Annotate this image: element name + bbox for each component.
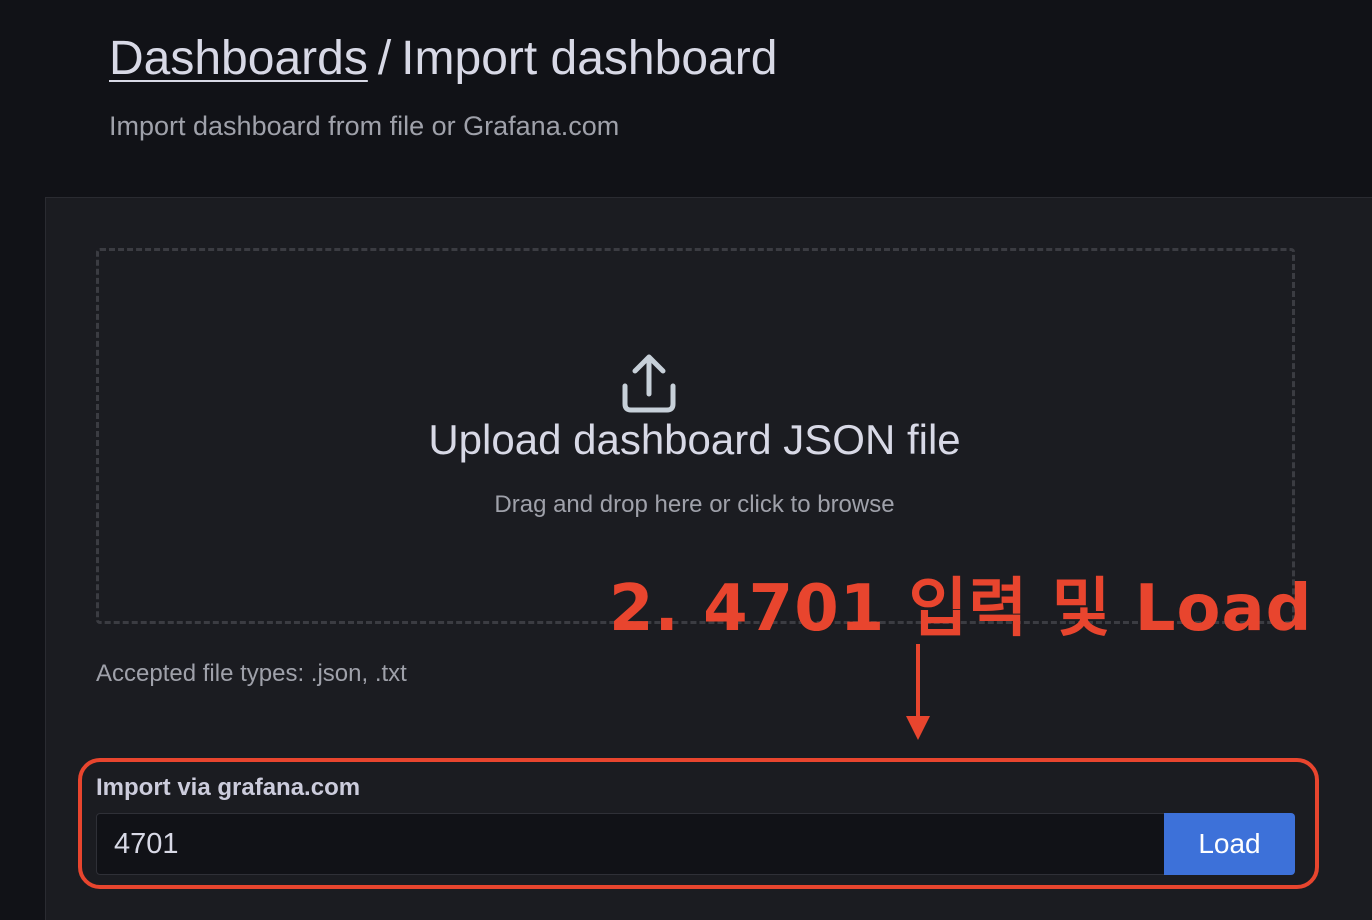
annotation-arrow-icon xyxy=(906,644,930,740)
upload-icon xyxy=(622,354,676,413)
page-title: Dashboards / Import dashboard xyxy=(109,30,777,88)
import-via-grafana-label: Import via grafana.com xyxy=(96,774,361,801)
load-button[interactable]: Load xyxy=(1164,813,1295,875)
page-subtitle: Import dashboard from file or Grafana.co… xyxy=(109,111,620,141)
accepted-file-types: Accepted file types: .json, .txt xyxy=(96,660,407,687)
upload-hint: Drag and drop here or click to browse xyxy=(494,491,895,518)
breadcrumb-dashboards-link[interactable]: Dashboards xyxy=(109,32,368,85)
breadcrumb-current: Import dashboard xyxy=(401,32,778,85)
upload-title: Upload dashboard JSON file xyxy=(428,416,961,463)
page-header: Dashboards / Import dashboard Import dashb… xyxy=(0,0,1372,198)
breadcrumb-separator: / xyxy=(377,32,392,85)
grafana-dashboard-id-input[interactable] xyxy=(96,813,1165,875)
annotation-label: 2. 4701 입력 및 Load xyxy=(609,572,1313,646)
